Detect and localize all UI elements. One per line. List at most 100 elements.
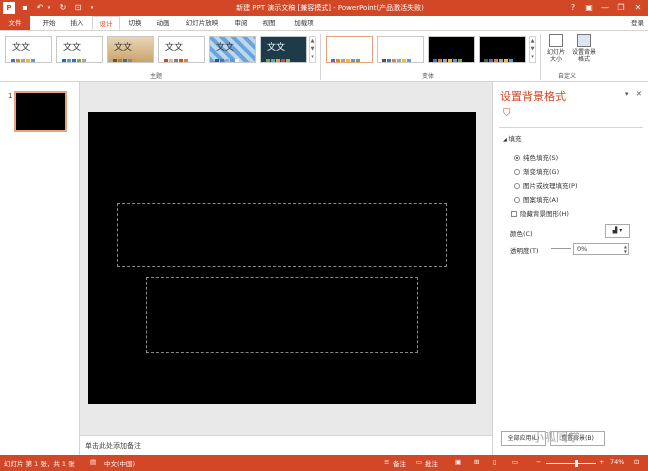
slide-editing-area: [80, 82, 492, 435]
spellcheck-icon[interactable]: ▤: [90, 458, 96, 466]
tab-file[interactable]: 文件: [0, 16, 30, 30]
variant-4[interactable]: [479, 36, 526, 63]
slideshow-view-icon[interactable]: ▭: [512, 458, 518, 466]
theme-sample-text: 文文: [165, 43, 184, 53]
pattern-fill-option[interactable]: 图案填充(A): [514, 194, 559, 204]
transparency-slider[interactable]: [551, 248, 571, 249]
tab-insert[interactable]: 插入: [64, 16, 90, 30]
undo-dropdown-icon[interactable]: ▾: [46, 2, 52, 14]
tab-animations[interactable]: 动画: [150, 16, 176, 30]
thumbnail-number: 1: [8, 92, 13, 100]
checkbox-icon: [511, 211, 517, 217]
option-label: 纯色填充(S): [523, 154, 559, 162]
customize-qat-icon[interactable]: ▾: [88, 2, 96, 14]
slide-thumbnail[interactable]: [14, 91, 67, 132]
ribbon-tabs: 文件 开始 插入 设计 切换 动画 幻灯片放映 审阅 视图 加载项 登录: [0, 16, 648, 30]
hide-graphics-checkbox[interactable]: 隐藏背景图形(H): [511, 208, 569, 218]
tab-home[interactable]: 开始: [36, 16, 62, 30]
notes-toggle[interactable]: 备注: [393, 458, 406, 468]
transparency-label: 透明度(T): [510, 247, 539, 255]
pane-options-icon[interactable]: ▾: [625, 90, 629, 98]
normal-view-icon[interactable]: ▣: [455, 458, 461, 466]
zoom-level[interactable]: 74%: [610, 458, 624, 466]
paint-bucket-icon: ▟: [612, 227, 618, 234]
variant-3[interactable]: [428, 36, 475, 63]
language-indicator[interactable]: 中文(中国): [104, 458, 135, 468]
theme-5[interactable]: 文文: [209, 36, 256, 63]
format-background-label: 设置背景格式: [572, 49, 597, 63]
transparency-value: 0%: [577, 245, 588, 253]
fill-section-label: 填充: [508, 135, 522, 143]
slide-canvas[interactable]: [88, 112, 476, 404]
transparency-input[interactable]: 0% ▲ ▼: [573, 243, 629, 255]
slide-size-button[interactable]: 幻灯片大小: [542, 34, 570, 68]
close-button[interactable]: ✕: [631, 1, 645, 15]
notes-icon[interactable]: ≡: [384, 458, 389, 466]
fill-section-header[interactable]: ◢ 填充: [503, 133, 521, 143]
comments-toggle[interactable]: 批注: [425, 458, 438, 468]
spinner-icon[interactable]: ▲ ▼: [624, 244, 627, 254]
comments-icon[interactable]: ▭: [416, 458, 422, 466]
tab-addins[interactable]: 加载项: [288, 16, 320, 30]
help-icon[interactable]: ?: [566, 1, 580, 15]
format-background-icon: [577, 34, 591, 47]
fit-window-icon[interactable]: ⊡: [634, 458, 639, 466]
tab-review[interactable]: 审阅: [228, 16, 254, 30]
theme-3[interactable]: 文文: [107, 36, 154, 63]
variant-2[interactable]: [377, 36, 424, 63]
gradient-fill-option[interactable]: 渐变填充(G): [514, 166, 559, 176]
theme-6[interactable]: 文文: [260, 36, 307, 63]
title-placeholder[interactable]: [117, 203, 447, 267]
tab-slideshow[interactable]: 幻灯片放映: [180, 16, 224, 30]
ribbon-display-icon[interactable]: ▣: [582, 1, 596, 15]
undo-icon[interactable]: ↶: [34, 2, 46, 14]
solid-fill-option[interactable]: 纯色填充(S): [514, 152, 558, 162]
login-link[interactable]: 登录: [631, 16, 644, 30]
present-icon[interactable]: ⊡: [72, 2, 84, 14]
picture-fill-option[interactable]: 图片或纹理填充(P): [514, 180, 578, 190]
tab-transitions[interactable]: 切换: [122, 16, 148, 30]
variants-group-label: 变体: [422, 73, 435, 80]
option-label: 渐变填充(G): [523, 168, 560, 176]
redo-icon[interactable]: ↻: [57, 2, 69, 14]
slide-size-icon: [549, 34, 563, 47]
theme-sample-text: 文文: [12, 43, 31, 53]
theme-sample-text: 文文: [267, 43, 286, 53]
color-label: 颜色(C): [510, 230, 533, 238]
variant-1[interactable]: [326, 36, 373, 63]
save-icon[interactable]: ▪: [20, 2, 30, 14]
theme-2[interactable]: 文文: [56, 36, 103, 63]
notes-placeholder: 单击此处添加备注: [85, 442, 141, 450]
zoom-slider[interactable]: [546, 463, 596, 464]
theme-sample-text: 文文: [216, 43, 235, 53]
option-label: 图片或纹理填充(P): [523, 182, 578, 190]
powerpoint-logo-icon: P: [3, 2, 15, 14]
slide-counter: 幻灯片 第 1 张，共 1 张: [4, 460, 75, 468]
theme-4[interactable]: 文文: [158, 36, 205, 63]
fill-bucket-icon[interactable]: ⛉: [503, 108, 511, 119]
watermark: 小呱同学: [532, 430, 581, 444]
radio-icon: [514, 155, 520, 161]
zoom-in-icon[interactable]: +: [599, 458, 604, 466]
themes-scroll[interactable]: ▲ ▼ ▾: [309, 36, 316, 63]
window-title: 新建 PPT 演示文稿 [兼容模式] - PowerPoint(产品激活失败): [236, 4, 424, 12]
reading-view-icon[interactable]: ▯: [493, 458, 497, 466]
title-bar: P ▪ ↶ ▾ ↻ ⊡ ▾ 新建 PPT 演示文稿 [兼容模式] - Power…: [0, 0, 648, 16]
sorter-view-icon[interactable]: ⊞: [474, 458, 479, 466]
variants-scroll[interactable]: ▲ ▼ ▾: [529, 36, 536, 63]
tab-design[interactable]: 设计: [92, 16, 120, 30]
tab-view[interactable]: 视图: [256, 16, 282, 30]
zoom-slider-knob[interactable]: [575, 460, 578, 467]
format-background-button[interactable]: 设置背景格式: [570, 34, 598, 68]
restore-button[interactable]: ❐: [614, 1, 628, 15]
slide-thumbnails-pane: 1: [0, 82, 80, 455]
color-picker-button[interactable]: ▟ ▾: [605, 224, 630, 238]
pane-close-icon[interactable]: ✕: [636, 90, 642, 98]
minimize-button[interactable]: —: [598, 1, 612, 15]
themes-group-label: 主题: [150, 73, 163, 80]
option-label: 图案填充(A): [523, 196, 559, 204]
zoom-out-icon[interactable]: −: [536, 458, 541, 466]
notes-pane[interactable]: 单击此处添加备注: [80, 435, 492, 455]
subtitle-placeholder[interactable]: [146, 277, 418, 353]
theme-office[interactable]: 文文: [5, 36, 52, 63]
